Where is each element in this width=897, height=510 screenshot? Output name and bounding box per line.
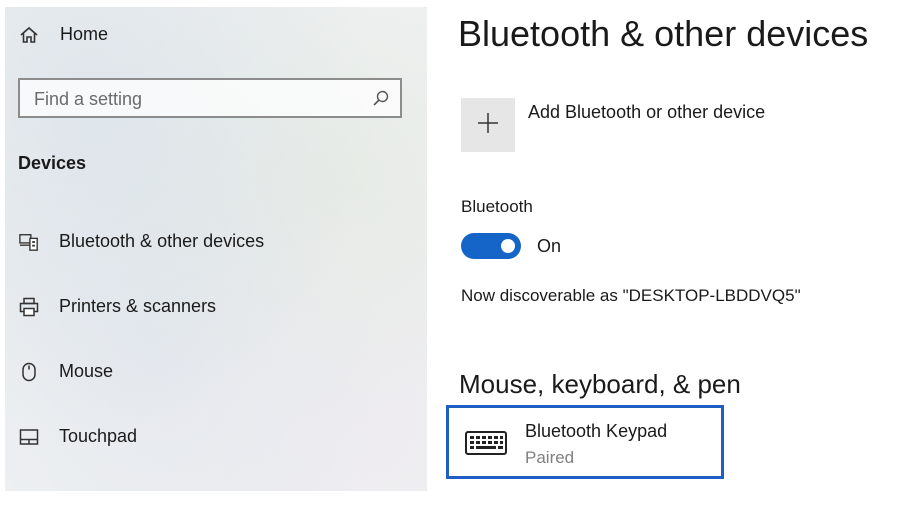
device-status: Paired <box>525 448 575 467</box>
mouse-icon <box>19 362 39 382</box>
sidebar: Home Devices Bluetooth & other devices <box>5 7 427 491</box>
device-name: Bluetooth Keypad <box>525 421 668 441</box>
add-device-label[interactable]: Add Bluetooth or other device <box>528 102 765 152</box>
search-input[interactable] <box>32 80 366 118</box>
home-label: Home <box>60 24 109 44</box>
printer-icon <box>19 297 39 317</box>
sidebar-item-label: Bluetooth & other devices <box>59 231 265 251</box>
search-box[interactable] <box>18 78 402 118</box>
plus-icon <box>476 111 500 140</box>
add-device-button[interactable]: Add Bluetooth or other device <box>461 98 765 152</box>
section-title-devices: Devices <box>18 153 87 173</box>
sidebar-item-bluetooth[interactable]: Bluetooth & other devices <box>19 231 264 252</box>
add-device-tile[interactable] <box>461 98 515 152</box>
home-icon <box>19 25 39 45</box>
sidebar-item-label: Mouse <box>59 361 114 381</box>
sidebar-item-printers[interactable]: Printers & scanners <box>19 296 216 317</box>
sidebar-item-touchpad[interactable]: Touchpad <box>19 426 137 447</box>
page-title: Bluetooth & other devices <box>458 13 869 54</box>
keyboard-icon <box>464 428 508 458</box>
sidebar-item-label: Printers & scanners <box>59 296 217 316</box>
home-link[interactable]: Home <box>19 24 108 45</box>
bluetooth-toggle[interactable] <box>461 233 521 259</box>
touchpad-icon <box>19 427 39 447</box>
search-icon[interactable] <box>372 89 390 107</box>
bluetooth-state: On <box>537 236 562 256</box>
sidebar-item-mouse[interactable]: Mouse <box>19 361 113 382</box>
section-title-mouse-keyboard-pen: Mouse, keyboard, & pen <box>459 369 741 399</box>
discoverable-text: Now discoverable as "DESKTOP-LBDDVQ5" <box>461 286 801 305</box>
device-item-bluetooth-keypad[interactable]: Bluetooth Keypad Paired <box>446 405 724 479</box>
bluetooth-label: Bluetooth <box>461 197 533 216</box>
bluetooth-devices-icon <box>19 232 39 252</box>
sidebar-item-label: Touchpad <box>59 426 138 446</box>
toggle-knob <box>501 239 515 253</box>
